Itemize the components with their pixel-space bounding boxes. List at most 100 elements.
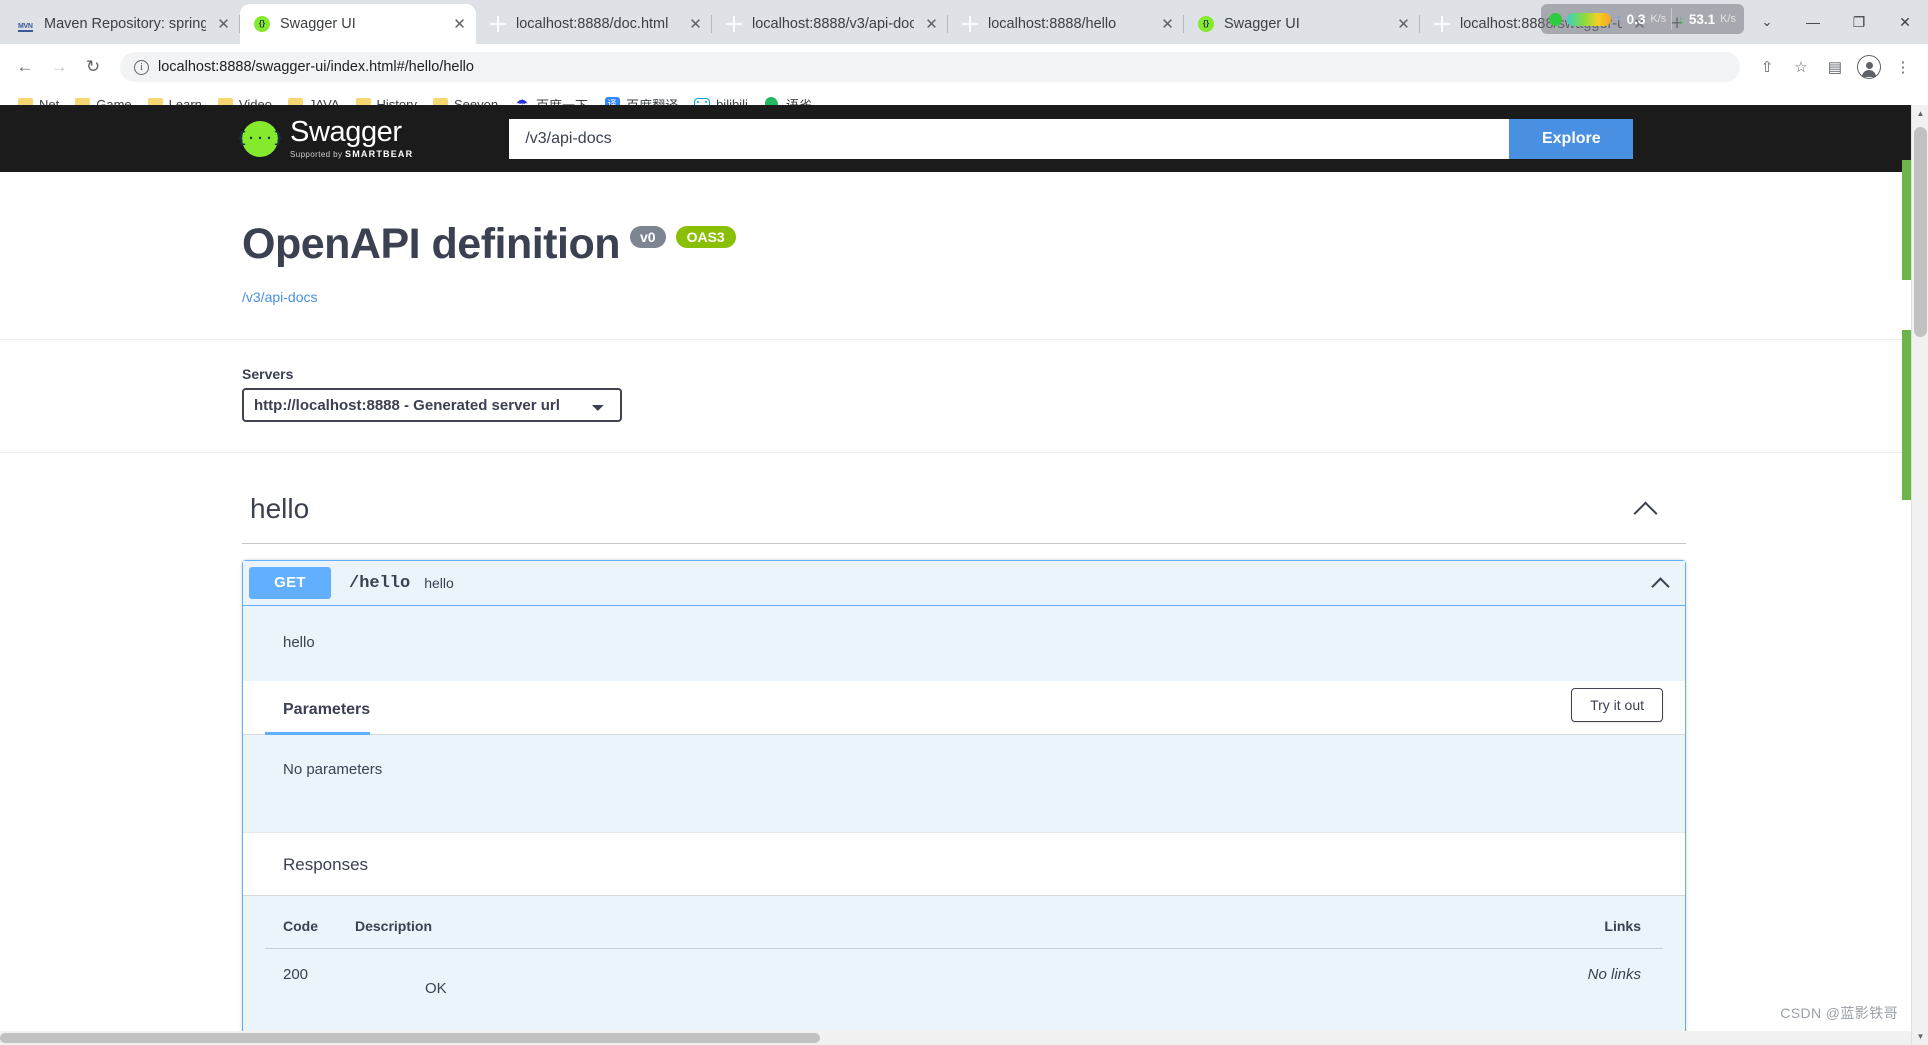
tag-section-hello: hello GET /hello hello hello Parameters … — [0, 483, 1928, 1045]
api-docs-link[interactable]: /v3/api-docs — [242, 289, 1928, 305]
close-icon[interactable]: ✕ — [687, 16, 704, 33]
api-info-block: OpenAPI definition v0 OAS3 /v3/api-docs — [0, 172, 1928, 340]
responses-table-header: Code Description Links — [265, 896, 1663, 949]
upload-speed-value: 0.3 — [1626, 11, 1646, 27]
operation-block-get-hello: GET /hello hello hello Parameters Try it… — [242, 560, 1686, 1045]
site-info-icon[interactable]: i — [134, 59, 149, 75]
swagger-topbar: {···} Swagger Supported by SMARTBEAR Exp… — [0, 105, 1928, 172]
swagger-supported-by: Supported by SMARTBEAR — [290, 149, 413, 159]
parameters-header: Parameters Try it out — [243, 681, 1685, 735]
swagger-logo[interactable]: {···} Swagger Supported by SMARTBEAR — [238, 116, 413, 160]
api-definition-url-input[interactable] — [509, 118, 1510, 159]
column-header-description: Description — [355, 918, 433, 934]
divider — [1671, 8, 1673, 30]
close-icon[interactable]: ✕ — [923, 16, 940, 33]
close-icon[interactable]: ✕ — [1395, 16, 1412, 33]
scroll-up-arrow-icon[interactable]: ▲ — [1912, 105, 1928, 122]
tab-parameters[interactable]: Parameters — [265, 681, 371, 735]
browser-tab-maven-repository[interactable]: MVN Maven Repository: springdoc ✕ — [4, 4, 240, 44]
watermark: CSDN @蓝影铁哥 — [1780, 1005, 1898, 1021]
close-icon[interactable]: ✕ — [215, 16, 232, 33]
mvn-icon: MVN — [18, 20, 33, 32]
tag-header-hello[interactable]: hello — [242, 483, 1686, 544]
speed-gradient-bar — [1567, 12, 1612, 26]
no-parameters-text: No parameters — [283, 761, 383, 778]
chevron-up-icon[interactable] — [1651, 576, 1670, 596]
swagger-wordmark-group: Swagger Supported by SMARTBEAR — [290, 116, 413, 160]
api-title-row: OpenAPI definition v0 OAS3 — [242, 220, 1928, 269]
screen-edge-artifact — [1902, 330, 1911, 500]
swagger-explore-form: Explore — [509, 118, 1634, 159]
maximize-button[interactable]: ❐ — [1836, 0, 1882, 44]
response-description: OK — [425, 980, 447, 997]
upload-speed-unit: K/s — [1650, 13, 1667, 25]
browser-tab-hello[interactable]: localhost:8888/hello ✕ — [948, 4, 1184, 44]
operation-summary: hello — [424, 575, 454, 591]
bookmark-star-icon[interactable]: ☆ — [1786, 52, 1816, 82]
browser-tab-api-docs[interactable]: localhost:8888/v3/api-docs ✕ — [712, 4, 948, 44]
tab-title: localhost:8888/hello — [988, 16, 1117, 32]
close-icon[interactable]: ✕ — [451, 16, 468, 33]
swagger-icon: {} — [254, 15, 271, 33]
swagger-icon: {} — [1198, 15, 1215, 33]
servers-section: Servers http://localhost:8888 - Generate… — [0, 340, 1928, 453]
globe-icon — [490, 16, 507, 33]
avatar[interactable] — [1857, 55, 1881, 79]
servers-label: Servers — [242, 366, 294, 382]
tab-strip: MVN Maven Repository: springdoc ✕ {} Swa… — [0, 0, 1928, 44]
download-speed-unit: K/s — [1720, 13, 1736, 25]
swagger-wordmark: Swagger — [290, 116, 402, 148]
close-window-button[interactable]: ✕ — [1882, 0, 1928, 44]
operation-path: /hello — [349, 573, 411, 593]
upload-arrow-icon: ↑ — [1616, 13, 1622, 25]
window-controls: ⌄ — ❐ ✕ — [1744, 0, 1928, 44]
vertical-scrollbar-thumb[interactable] — [1914, 127, 1927, 337]
http-method-badge: GET — [249, 567, 331, 599]
column-header-code: Code — [283, 918, 318, 934]
tab-search-chevron-icon[interactable]: ⌄ — [1744, 0, 1790, 44]
responses-title: Responses — [243, 832, 1685, 896]
horizontal-scrollbar-thumb[interactable] — [0, 1033, 820, 1043]
close-icon[interactable]: ✕ — [1159, 16, 1176, 33]
network-speed-widget[interactable]: ↑ 0.3 K/s ↓ 53.1 K/s — [1541, 4, 1744, 34]
tab-title: Maven Repository: springdoc — [44, 16, 206, 32]
operation-body: hello Parameters Try it out No parameter… — [243, 606, 1685, 1045]
server-select[interactable]: http://localhost:8888 - Generated server… — [242, 388, 622, 422]
share-icon[interactable]: ⇧ — [1752, 52, 1782, 82]
browser-tab-swagger-ui-active[interactable]: {} Swagger UI ✕ — [240, 4, 476, 44]
screen-edge-artifact — [1902, 160, 1911, 280]
back-button[interactable]: ← — [10, 52, 40, 82]
page-title: OpenAPI definition — [242, 220, 620, 268]
globe-icon — [726, 16, 743, 33]
explore-button[interactable]: Explore — [1509, 118, 1634, 159]
page-viewport: {···} Swagger Supported by SMARTBEAR Exp… — [0, 105, 1928, 1045]
scroll-down-arrow-icon[interactable]: ▼ — [1912, 1028, 1928, 1045]
tab-title: localhost:8888/v3/api-docs — [752, 16, 914, 32]
vertical-scrollbar[interactable]: ▲ ▼ — [1911, 105, 1928, 1045]
browser-tab-doc-html[interactable]: localhost:8888/doc.html ✕ — [476, 4, 712, 44]
browser-tab-swagger-ui-2[interactable]: {} Swagger UI ✕ — [1184, 4, 1420, 44]
menu-icon[interactable]: ⋮ — [1888, 52, 1918, 82]
version-badge: v0 — [629, 225, 666, 248]
minimize-button[interactable]: — — [1790, 0, 1836, 44]
forward-button[interactable]: → — [44, 52, 74, 82]
try-it-out-button[interactable]: Try it out — [1571, 688, 1663, 722]
chevron-up-icon[interactable] — [1633, 500, 1658, 526]
tag-name: hello — [250, 493, 310, 524]
smartbear-brand: SMARTBEAR — [345, 149, 414, 159]
address-bar[interactable]: i localhost:8888/swagger-ui/index.html#/… — [120, 52, 1740, 82]
status-dot-icon — [1549, 12, 1563, 26]
address-bar-url: localhost:8888/swagger-ui/index.html#/he… — [158, 59, 474, 75]
globe-icon — [1434, 16, 1451, 33]
reload-button[interactable]: ↻ — [78, 52, 108, 82]
tab-title: localhost:8888/doc.html — [516, 16, 669, 32]
horizontal-scrollbar[interactable] — [0, 1031, 1928, 1045]
side-panel-icon[interactable]: ▤ — [1820, 52, 1850, 82]
download-speed-value: 53.1 — [1688, 11, 1716, 27]
swagger-logo-icon: {···} — [238, 120, 283, 157]
browser-window: MVN Maven Repository: springdoc ✕ {} Swa… — [0, 0, 1928, 1045]
column-header-links: Links — [1604, 918, 1641, 934]
supported-by-text: Supported by — [290, 150, 343, 159]
operation-summary-row[interactable]: GET /hello hello — [243, 561, 1685, 606]
globe-icon — [962, 16, 979, 33]
